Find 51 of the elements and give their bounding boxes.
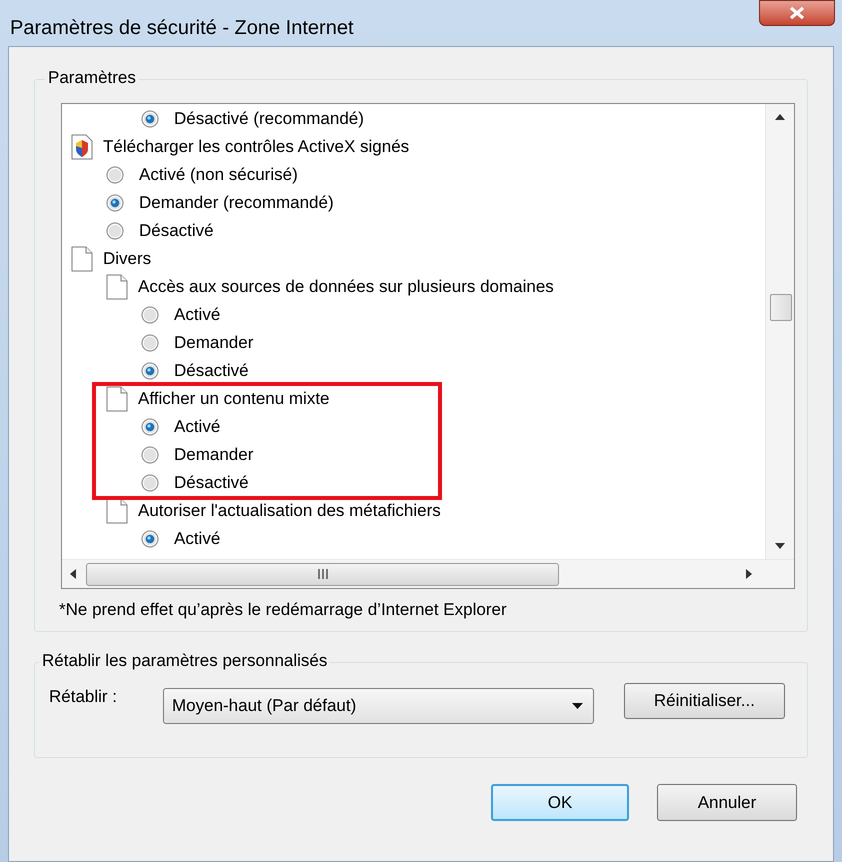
reset-button[interactable]: Réinitialiser... [624, 683, 785, 719]
option-label[interactable]: Désactivé [139, 220, 214, 242]
scrollbar-thumb[interactable] [86, 562, 559, 586]
option-label[interactable]: Activé [174, 528, 220, 550]
option-label[interactable]: Demander [174, 444, 254, 466]
page-icon [106, 386, 128, 412]
option-label[interactable]: Désactivé [174, 360, 249, 382]
radio-button[interactable] [106, 166, 125, 184]
close-button[interactable] [759, 0, 835, 26]
radio-button[interactable] [141, 110, 160, 128]
option-label[interactable]: Désactivé (recommandé) [174, 108, 364, 130]
page-icon [106, 498, 128, 524]
radio-button[interactable] [141, 334, 160, 352]
radio-button[interactable] [141, 418, 160, 436]
option-label[interactable]: Activé [174, 304, 220, 326]
radio-button[interactable] [141, 530, 160, 548]
shield-page-icon [71, 134, 93, 160]
option-label[interactable]: Demander (recommandé) [139, 192, 334, 214]
page-icon [106, 274, 128, 300]
dialog-button[interactable]: Annuler [657, 784, 797, 821]
security-level-dropdown[interactable]: Moyen-haut (Par défaut) [163, 688, 594, 724]
radio-button[interactable] [141, 446, 160, 464]
radio-button[interactable] [141, 474, 160, 492]
scrollbar-thumb[interactable] [770, 294, 792, 321]
vertical-scrollbar[interactable] [765, 104, 794, 559]
setting-label: Télécharger les contrôles ActiveX signés [103, 136, 410, 158]
close-icon [788, 6, 806, 20]
option-label[interactable]: Activé [174, 416, 220, 438]
dropdown-caret-icon [572, 703, 583, 709]
window-title: Paramètres de sécurité - Zone Internet [10, 16, 354, 40]
scroll-up-icon[interactable] [775, 114, 785, 120]
horizontal-scrollbar[interactable] [62, 559, 794, 588]
page-icon [71, 246, 93, 272]
setting-label: Accès aux sources de données sur plusieurs domaines [138, 276, 554, 298]
setting-label: Afficher un contenu mixte [138, 388, 330, 410]
scroll-right-icon[interactable] [746, 569, 752, 579]
option-label[interactable]: Activé (non sécurisé) [139, 164, 298, 186]
radio-button[interactable] [141, 362, 160, 380]
radio-button[interactable] [106, 194, 125, 212]
option-label[interactable]: Demander [174, 332, 254, 354]
reset-label: Rétablir : [49, 686, 118, 708]
scroll-down-icon[interactable] [775, 543, 785, 549]
option-label[interactable]: Désactivé [174, 472, 249, 494]
grip-icon [318, 569, 328, 579]
setting-label: Divers [103, 248, 152, 270]
setting-label: Autoriser l'actualisation des métafichiers [138, 500, 441, 522]
scroll-left-icon[interactable] [70, 569, 76, 579]
radio-button[interactable] [106, 222, 125, 240]
radio-button[interactable] [141, 306, 160, 324]
restart-note: *Ne prend effet qu’après le redémarrage d’Internet Explorer [59, 599, 508, 621]
dialog-button[interactable]: OK [491, 784, 629, 821]
